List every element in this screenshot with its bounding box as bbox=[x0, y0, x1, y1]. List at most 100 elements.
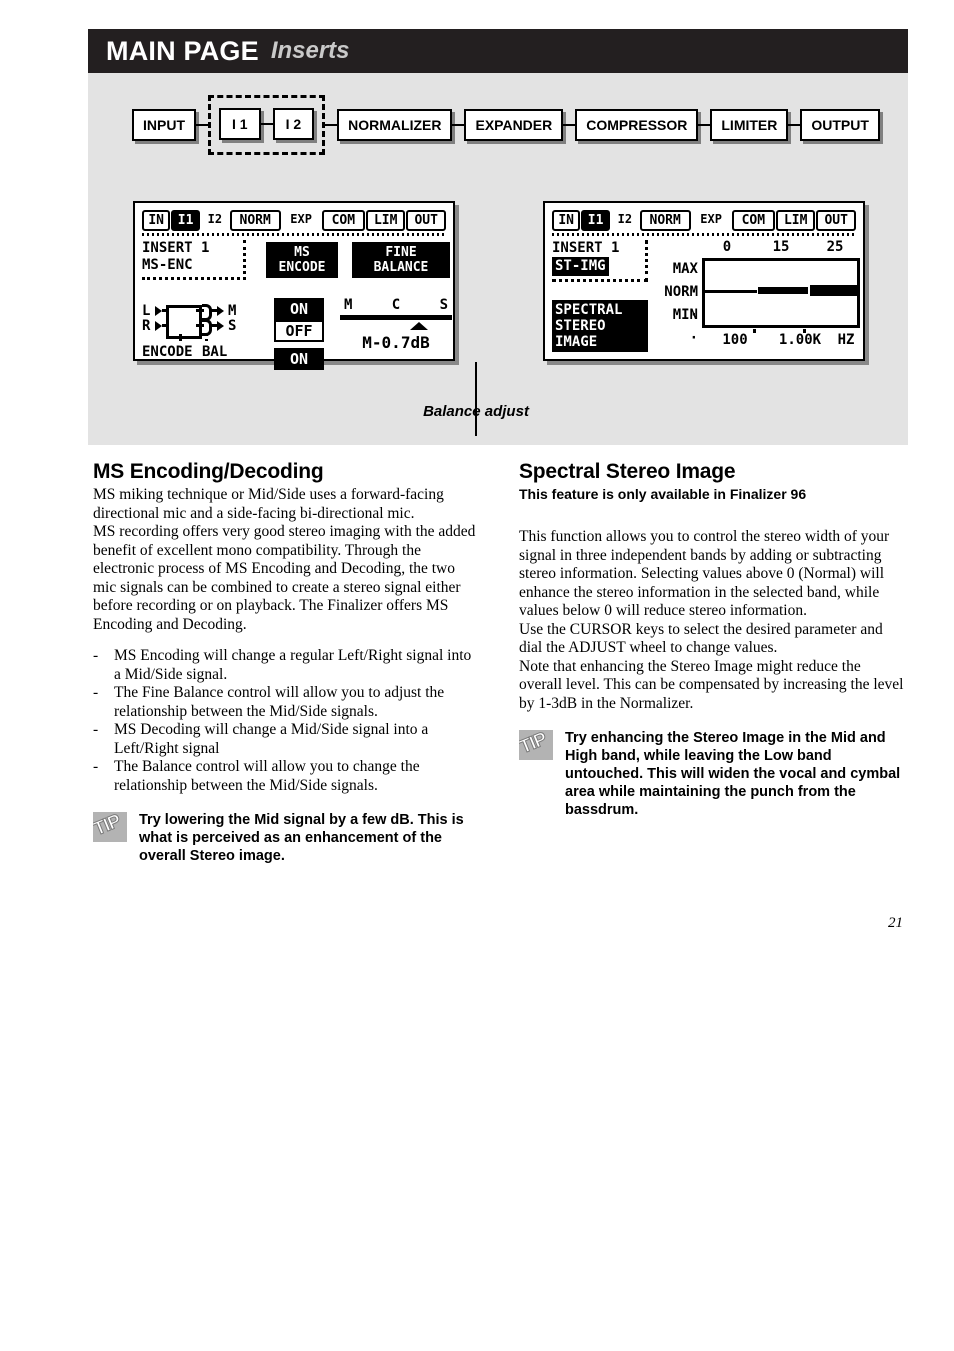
page-subtitle: Inserts bbox=[270, 37, 350, 64]
lcd-param-fine-balance: FINE BALANCE bbox=[352, 242, 450, 278]
lcd-param-ms-encode-line2: ENCODE bbox=[278, 260, 326, 275]
graph-top-scale: 0 15 25 bbox=[656, 240, 862, 256]
lcd-divider bbox=[552, 233, 856, 236]
chain-connector bbox=[452, 124, 465, 126]
right-tip-text: Try enhancing the Stereo Image in the Mi… bbox=[565, 730, 901, 818]
graph-band-high bbox=[810, 285, 857, 296]
graph-x-label-100: 100 bbox=[722, 332, 748, 348]
lcd-insert-label: INSERT 1 bbox=[552, 240, 620, 256]
chain-block-insert-2: I 2 bbox=[272, 108, 315, 140]
routing-label-bal: BAL bbox=[202, 344, 228, 360]
lcd-insert-label: INSERT 1 bbox=[142, 240, 210, 256]
bullet-marker: - bbox=[93, 647, 99, 664]
chain-block-input: INPUT bbox=[132, 109, 196, 141]
tip-badge-icon: TIP bbox=[519, 730, 553, 760]
lcd-routing-diagram: L R M S ENCODE BAL bbox=[142, 302, 254, 364]
lcd-toggle-option-on: ON bbox=[274, 298, 324, 320]
balance-mark-center: C bbox=[391, 297, 401, 313]
chain-block-compressor: COMPRESSOR bbox=[575, 109, 699, 141]
bullet-marker: - bbox=[93, 758, 99, 775]
graph-x-unit-hz: HZ bbox=[837, 332, 855, 348]
chain-connector bbox=[698, 124, 711, 126]
lcd-balance-pointer-icon bbox=[410, 322, 428, 330]
list-item: - The Fine Balance control will allow you… bbox=[93, 684, 478, 721]
routing-input-right: R bbox=[142, 318, 151, 334]
left-tip-text: Try lowering the Mid signal by a few dB.… bbox=[139, 812, 464, 864]
lcd-balance-scale: M C S bbox=[340, 298, 452, 313]
lcd-toggle-current-value: ON bbox=[274, 348, 324, 370]
lcd-feature-title-line1: SPECTRAL bbox=[555, 302, 623, 318]
bullet-marker: - bbox=[93, 721, 99, 738]
routing-label-encode: ENCODE bbox=[142, 344, 193, 360]
chain-connector bbox=[196, 124, 208, 126]
lcd-toggle-option-off: OFF bbox=[274, 320, 324, 342]
right-paragraph-3: Note that enhancing the Stereo Image mig… bbox=[519, 657, 904, 712]
lcd-insert-info: INSERT 1 ST-IMG bbox=[552, 240, 648, 282]
tip-badge-text: TIP bbox=[519, 730, 550, 759]
callout-balance-adjust: Balance adjust bbox=[423, 403, 529, 420]
lcd-tab-i1: I1 bbox=[581, 210, 610, 231]
lcd-param-fine-balance-line1: FINE bbox=[385, 245, 417, 260]
graph-value-mid: 15 bbox=[772, 239, 790, 255]
routing-output-side: S bbox=[228, 318, 237, 334]
lcd-tab-i1: I1 bbox=[171, 210, 200, 231]
list-item: - MS Encoding will change a regular Left/… bbox=[93, 647, 478, 684]
illustration-panel: INPUT I 1 I 2 NORMALIZER EXPANDER COMPRE… bbox=[88, 73, 908, 445]
lcd-body-left: INSERT 1 MS-ENC MS ENCODE FINE BALANCE L… bbox=[142, 240, 452, 370]
list-item: - The Balance control will allow you to c… bbox=[93, 758, 478, 795]
lcd-screenshot-stereo-image: IN I1 I2 NORM EXP COM LIM OUT INSERT 1 S… bbox=[543, 201, 865, 361]
chain-connector bbox=[563, 124, 576, 126]
routing-outputs: M S bbox=[228, 304, 236, 334]
list-item-text: The Balance control will allow you to ch… bbox=[114, 758, 420, 794]
routing-arrow-in-l-icon bbox=[155, 306, 162, 316]
graph-y-label-min: MIN bbox=[656, 304, 698, 327]
lcd-onoff-toggle: ON OFF ON bbox=[274, 298, 330, 370]
lcd-tab-com: COM bbox=[731, 210, 775, 231]
left-tip-box: TIP Try lowering the Mid signal by a few… bbox=[93, 811, 478, 865]
left-heading: MS Encoding/Decoding bbox=[93, 460, 324, 483]
graph-band-low bbox=[705, 290, 757, 293]
chain-block-expander: EXPANDER bbox=[464, 109, 564, 141]
graph-x-label-1k: 1.00K bbox=[778, 332, 822, 348]
left-bullet-list: - MS Encoding will change a regular Left/… bbox=[93, 647, 478, 795]
page-number: 21 bbox=[888, 915, 903, 931]
lcd-feature-title-line2: STEREO bbox=[555, 318, 606, 334]
lcd-tab-i2: I2 bbox=[200, 209, 229, 228]
list-item-text: The Fine Balance control will allow you … bbox=[114, 684, 445, 720]
routing-tick-bal bbox=[205, 334, 208, 344]
lcd-mode-label: MS-ENC bbox=[142, 257, 193, 273]
lcd-mode-label: ST-IMG bbox=[552, 257, 609, 276]
graph-y-axis-labels: MAX NORM MIN bbox=[656, 258, 698, 327]
lcd-tab-out: OUT bbox=[816, 210, 856, 231]
graph-y-label-norm: NORM bbox=[656, 281, 698, 304]
stereo-image-graph: 0 15 25 MAX NORM MIN 100 bbox=[656, 240, 862, 364]
lcd-balance-slider: M C S M-0.7dB bbox=[340, 298, 452, 352]
lcd-feature-title: SPECTRAL STEREO IMAGE bbox=[552, 300, 648, 352]
lcd-tab-strip: IN I1 I2 NORM EXP COM LIM OUT bbox=[552, 209, 856, 231]
tip-badge-icon: TIP bbox=[93, 812, 127, 842]
lcd-tab-exp: EXP bbox=[691, 209, 731, 228]
signal-flow-diagram: INPUT I 1 I 2 NORMALIZER EXPANDER COMPRE… bbox=[132, 95, 880, 155]
list-item-text: MS Encoding will change a regular Left/R… bbox=[114, 647, 472, 683]
lcd-insert-info: INSERT 1 MS-ENC bbox=[142, 240, 246, 280]
routing-arrow-out-s-icon bbox=[217, 321, 224, 331]
lcd-param-fine-balance-line2: BALANCE bbox=[373, 260, 429, 275]
lcd-tab-in: IN bbox=[552, 210, 581, 231]
page-header-bar: MAIN PAGE Inserts bbox=[88, 29, 908, 73]
routing-output-mid: M bbox=[228, 303, 237, 319]
lcd-divider bbox=[142, 233, 446, 236]
lcd-tab-norm: NORM bbox=[229, 210, 281, 231]
routing-inputs: L R bbox=[142, 304, 150, 334]
graph-value-high: 25 bbox=[826, 239, 844, 255]
chain-block-normalizer: NORMALIZER bbox=[337, 109, 453, 141]
lcd-tab-com: COM bbox=[321, 210, 365, 231]
lcd-tab-out: OUT bbox=[406, 210, 446, 231]
lcd-tab-lim: LIM bbox=[775, 210, 816, 231]
lcd-param-ms-encode: MS ENCODE bbox=[266, 242, 338, 278]
routing-tick-encode bbox=[179, 334, 182, 344]
lcd-param-ms-encode-line1: MS bbox=[294, 245, 310, 260]
lcd-tab-exp: EXP bbox=[281, 209, 321, 228]
lcd-screenshot-ms-encode: IN I1 I2 NORM EXP COM LIM OUT INSERT 1 M… bbox=[133, 201, 455, 370]
lcd-body-right: INSERT 1 ST-IMG SPECTRAL STEREO IMAGE 0 … bbox=[552, 240, 860, 364]
